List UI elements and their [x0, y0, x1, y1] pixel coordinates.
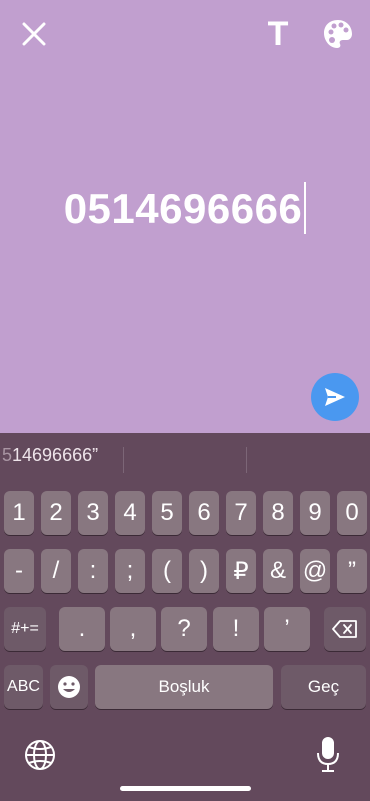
key-label: ,: [129, 615, 137, 642]
story-text: 0514696666: [63, 185, 303, 232]
globe-button[interactable]: [24, 739, 56, 771]
key-dash[interactable]: -: [4, 549, 34, 593]
text-caret: [304, 181, 307, 234]
key-label: /: [52, 557, 60, 584]
key-open-paren[interactable]: (: [152, 549, 182, 593]
key-semicolon[interactable]: ;: [115, 549, 145, 593]
dictation-button[interactable]: [316, 737, 340, 773]
close-button[interactable]: [14, 14, 54, 54]
backspace-icon: [332, 620, 357, 638]
story-canvas[interactable]: T 0514696666: [0, 0, 370, 433]
key-7[interactable]: 7: [226, 491, 256, 535]
key-label: ₽: [233, 557, 249, 585]
key-0[interactable]: 0: [337, 491, 367, 535]
key-label: 9: [308, 499, 322, 526]
key-label: 8: [271, 499, 285, 526]
key-label: 6: [197, 499, 211, 526]
key-4[interactable]: 4: [115, 491, 145, 535]
key-label: ’: [284, 615, 290, 642]
palette-button[interactable]: [318, 14, 358, 54]
key-at[interactable]: @: [300, 549, 330, 593]
abc-key[interactable]: ABC: [4, 665, 43, 709]
suggestion-divider: [246, 447, 247, 473]
key-label: #+=: [11, 620, 39, 637]
keyboard: 514696666” 1 2 3 4 5 6 7 8 9 0 - / : ; (…: [0, 433, 370, 801]
palette-icon: [324, 20, 352, 48]
suggestion-prefix: 5: [2, 445, 13, 465]
key-label: (: [163, 557, 171, 584]
key-label: 7: [234, 499, 248, 526]
key-label: 2: [49, 499, 63, 526]
key-ampersand[interactable]: &: [263, 549, 293, 593]
send-button[interactable]: [311, 373, 359, 421]
key-colon[interactable]: :: [78, 549, 108, 593]
key-2[interactable]: 2: [41, 491, 71, 535]
story-text-input[interactable]: 0514696666: [0, 181, 370, 238]
key-label: ): [200, 557, 208, 584]
space-key[interactable]: Boşluk: [95, 665, 273, 709]
key-1[interactable]: 1: [4, 491, 34, 535]
key-question[interactable]: ?: [161, 607, 207, 651]
key-label: :: [89, 557, 97, 584]
emoji-key[interactable]: [50, 665, 88, 709]
return-key[interactable]: Geç: [281, 665, 366, 709]
suggestion-rest: 14696666”: [12, 445, 99, 465]
key-period[interactable]: .: [59, 607, 105, 651]
text-tool-label: T: [267, 14, 289, 53]
key-label: &: [269, 557, 286, 584]
key-label: 5: [160, 499, 174, 526]
key-label: Boşluk: [158, 677, 210, 696]
key-quote[interactable]: ”: [337, 549, 367, 593]
key-label: @: [302, 557, 328, 584]
delete-key[interactable]: [324, 607, 366, 651]
suggestion-item[interactable]: 514696666”: [2, 445, 98, 466]
key-exclamation[interactable]: !: [213, 607, 259, 651]
close-icon: [22, 22, 46, 46]
key-label: ABC: [7, 678, 40, 695]
key-apostrophe[interactable]: ’: [264, 607, 310, 651]
key-label: ”: [348, 557, 356, 584]
key-comma[interactable]: ,: [110, 607, 156, 651]
key-9[interactable]: 9: [300, 491, 330, 535]
key-label: Geç: [307, 677, 340, 696]
key-label: 4: [123, 499, 137, 526]
send-icon: [325, 388, 345, 406]
globe-icon: [25, 740, 55, 770]
microphone-icon: [317, 737, 339, 772]
key-label: ;: [126, 557, 134, 584]
key-label: .: [78, 615, 86, 642]
key-ruble[interactable]: ₽: [226, 549, 256, 593]
key-close-paren[interactable]: ): [189, 549, 219, 593]
home-indicator: [120, 786, 251, 791]
suggestion-divider: [123, 447, 124, 473]
key-label: ?: [177, 615, 191, 642]
suggestion-bar: 514696666”: [0, 433, 370, 477]
key-5[interactable]: 5: [152, 491, 182, 535]
key-label: 3: [86, 499, 100, 526]
key-label: -: [15, 557, 23, 584]
symbols-toggle-key[interactable]: #+=: [4, 607, 46, 651]
emoji-icon: [58, 676, 80, 698]
key-6[interactable]: 6: [189, 491, 219, 535]
key-3[interactable]: 3: [78, 491, 108, 535]
key-label: 1: [12, 499, 26, 526]
key-label: 0: [345, 499, 359, 526]
key-slash[interactable]: /: [41, 549, 71, 593]
text-tool-button[interactable]: T: [258, 14, 298, 54]
key-label: !: [232, 615, 240, 642]
key-8[interactable]: 8: [263, 491, 293, 535]
